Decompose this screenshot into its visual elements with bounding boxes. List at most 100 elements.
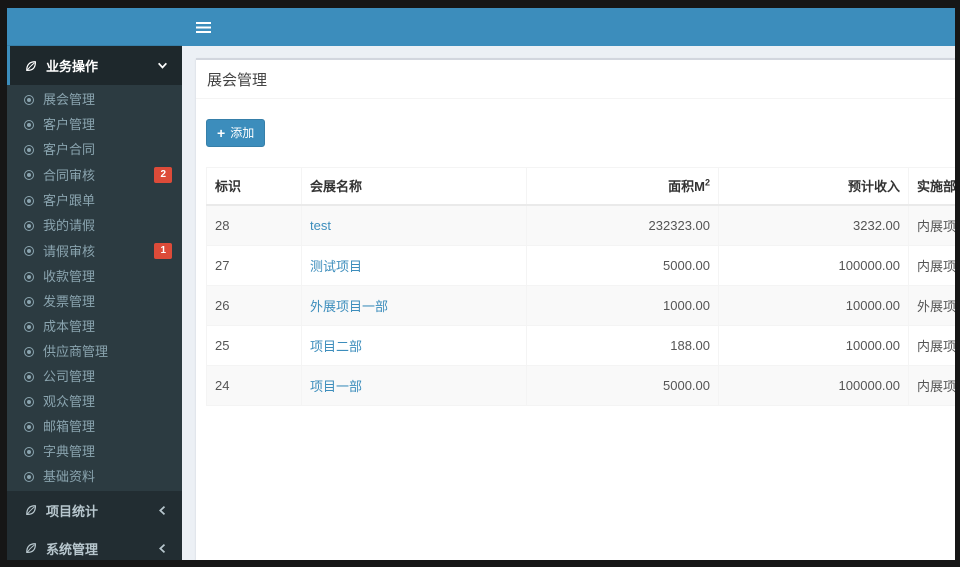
cell-area: 5000.00 [526, 245, 719, 286]
exhibition-link[interactable]: 测试项目 [310, 259, 362, 274]
exhibition-link[interactable]: test [310, 218, 331, 233]
cell-income: 100000.00 [718, 245, 909, 286]
notification-badge: 1 [154, 243, 172, 259]
sidebar-section-business-ops[interactable]: 业务操作 [7, 46, 182, 85]
sidebar-item-exhibition-mgmt[interactable]: 展会管理 [7, 87, 182, 112]
table-row: 24 项目一部 5000.00 100000.00 内展项目 [206, 365, 955, 406]
cell-dept: 内展项目 [908, 245, 955, 286]
cell-id: 28 [206, 204, 302, 246]
sidebar-item-my-leave[interactable]: 我的请假 [7, 213, 182, 238]
panel-header: 展会管理 [196, 60, 955, 99]
notification-badge: 2 [154, 167, 172, 183]
cell-area: 1000.00 [526, 285, 719, 326]
circle-icon [24, 321, 34, 332]
circle-icon [24, 144, 34, 155]
sidebar-item-customer-contract[interactable]: 客户合同 [7, 137, 182, 162]
circle-icon [24, 421, 34, 432]
cell-id: 24 [206, 365, 302, 406]
logo-area[interactable] [7, 8, 182, 46]
cell-area: 188.00 [526, 325, 719, 366]
page-title: 展会管理 [207, 72, 268, 89]
cell-area: 232323.00 [526, 204, 719, 246]
sidebar-section-label: 系统管理 [46, 541, 99, 557]
column-header-name: 会展名称 [301, 167, 527, 206]
top-navbar [182, 8, 955, 46]
chevron-left-icon [157, 505, 168, 516]
exhibition-link[interactable]: 项目一部 [310, 379, 362, 394]
plus-icon: + [217, 124, 226, 141]
circle-icon [24, 471, 34, 482]
sidebar-item-cost-mgmt[interactable]: 成本管理 [7, 314, 182, 339]
app-window: 业务操作 展会管理 客户管理 客户合同 合同审核 2 客户跟单 我的请假 请假审… [7, 8, 955, 560]
table-header-row: 标识 会展名称 面积M2 预计收入 实施部门 [206, 167, 955, 206]
circle-icon [24, 271, 34, 282]
circle-icon [24, 170, 34, 180]
exhibition-panel: 展会管理 + 添加 标识 会展名称 面积M2 预计收入 实施部 28 test … [196, 58, 955, 560]
table-row: 26 外展项目一部 1000.00 10000.00 外展项目 [206, 285, 955, 326]
sidebar-section-label: 项目统计 [46, 503, 99, 519]
sidebar-item-payment-mgmt[interactable]: 收款管理 [7, 264, 182, 289]
circle-icon [24, 346, 34, 357]
cell-dept: 内展项目 [908, 204, 955, 246]
sidebar-section-project-stats[interactable]: 项目统计 [7, 491, 182, 529]
circle-icon [24, 396, 34, 407]
cell-name: test [301, 204, 527, 246]
exhibition-table: 标识 会展名称 面积M2 预计收入 实施部门 28 test 232323.00 [206, 167, 955, 406]
cell-name: 测试项目 [301, 245, 527, 286]
circle-icon [24, 94, 34, 105]
column-header-area: 面积M2 [526, 167, 719, 206]
sidebar-item-invoice-mgmt[interactable]: 发票管理 [7, 289, 182, 314]
exhibition-link[interactable]: 外展项目一部 [310, 299, 388, 314]
cell-area: 5000.00 [526, 365, 719, 406]
table-row: 28 test 232323.00 3232.00 内展项目 [206, 204, 955, 246]
sidebar-item-customer-mgmt[interactable]: 客户管理 [7, 112, 182, 137]
sidebar: 业务操作 展会管理 客户管理 客户合同 合同审核 2 客户跟单 我的请假 请假审… [7, 8, 182, 560]
table-row: 25 项目二部 188.00 10000.00 内展项目 [206, 325, 955, 366]
sidebar-section-system-mgmt[interactable]: 系统管理 [7, 529, 182, 560]
leaf-icon [26, 505, 36, 515]
sidebar-item-audience-mgmt[interactable]: 观众管理 [7, 389, 182, 414]
sidebar-item-company-mgmt[interactable]: 公司管理 [7, 364, 182, 389]
sidebar-item-mailbox-mgmt[interactable]: 邮箱管理 [7, 414, 182, 439]
cell-name: 外展项目一部 [301, 285, 527, 326]
column-header-income: 预计收入 [718, 167, 909, 206]
circle-icon [24, 446, 34, 457]
sidebar-toggle-button[interactable] [182, 8, 224, 46]
hamburger-icon [195, 21, 211, 33]
column-header-dept: 实施部门 [908, 167, 955, 206]
leaf-icon [26, 543, 36, 553]
cell-dept: 内展项目 [908, 325, 955, 366]
sidebar-item-contract-review[interactable]: 合同审核 2 [7, 162, 182, 188]
circle-icon [24, 246, 34, 256]
add-button-label: 添加 [230, 126, 255, 140]
cell-name: 项目一部 [301, 365, 527, 406]
cell-id: 25 [206, 325, 302, 366]
content-area: 展会管理 + 添加 标识 会展名称 面积M2 预计收入 实施部 28 test … [182, 46, 955, 560]
cell-income: 10000.00 [718, 325, 909, 366]
circle-icon [24, 119, 34, 130]
cell-income: 10000.00 [718, 285, 909, 326]
circle-icon [24, 220, 34, 231]
circle-icon [24, 195, 34, 206]
panel-body: + 添加 标识 会展名称 面积M2 预计收入 实施部门 [196, 99, 955, 418]
cell-dept: 外展项目 [908, 285, 955, 326]
cell-id: 27 [206, 245, 302, 286]
sidebar-item-dictionary-mgmt[interactable]: 字典管理 [7, 439, 182, 464]
add-button[interactable]: + 添加 [206, 119, 266, 147]
column-header-id: 标识 [206, 167, 302, 206]
leaf-icon [26, 60, 36, 71]
cell-income: 3232.00 [718, 204, 909, 246]
table-row: 27 测试项目 5000.00 100000.00 内展项目 [206, 245, 955, 286]
circle-icon [24, 371, 34, 382]
circle-icon [24, 296, 34, 307]
cell-name: 项目二部 [301, 325, 527, 366]
sidebar-item-basic-data[interactable]: 基础资料 [7, 464, 182, 489]
sidebar-item-supplier-mgmt[interactable]: 供应商管理 [7, 339, 182, 364]
chevron-left-icon [157, 543, 168, 554]
exhibition-link[interactable]: 项目二部 [310, 339, 362, 354]
cell-income: 100000.00 [718, 365, 909, 406]
sidebar-item-leave-review[interactable]: 请假审核 1 [7, 238, 182, 264]
cell-id: 26 [206, 285, 302, 326]
sidebar-item-customer-followup[interactable]: 客户跟单 [7, 188, 182, 213]
sidebar-section-label: 业务操作 [46, 59, 99, 74]
